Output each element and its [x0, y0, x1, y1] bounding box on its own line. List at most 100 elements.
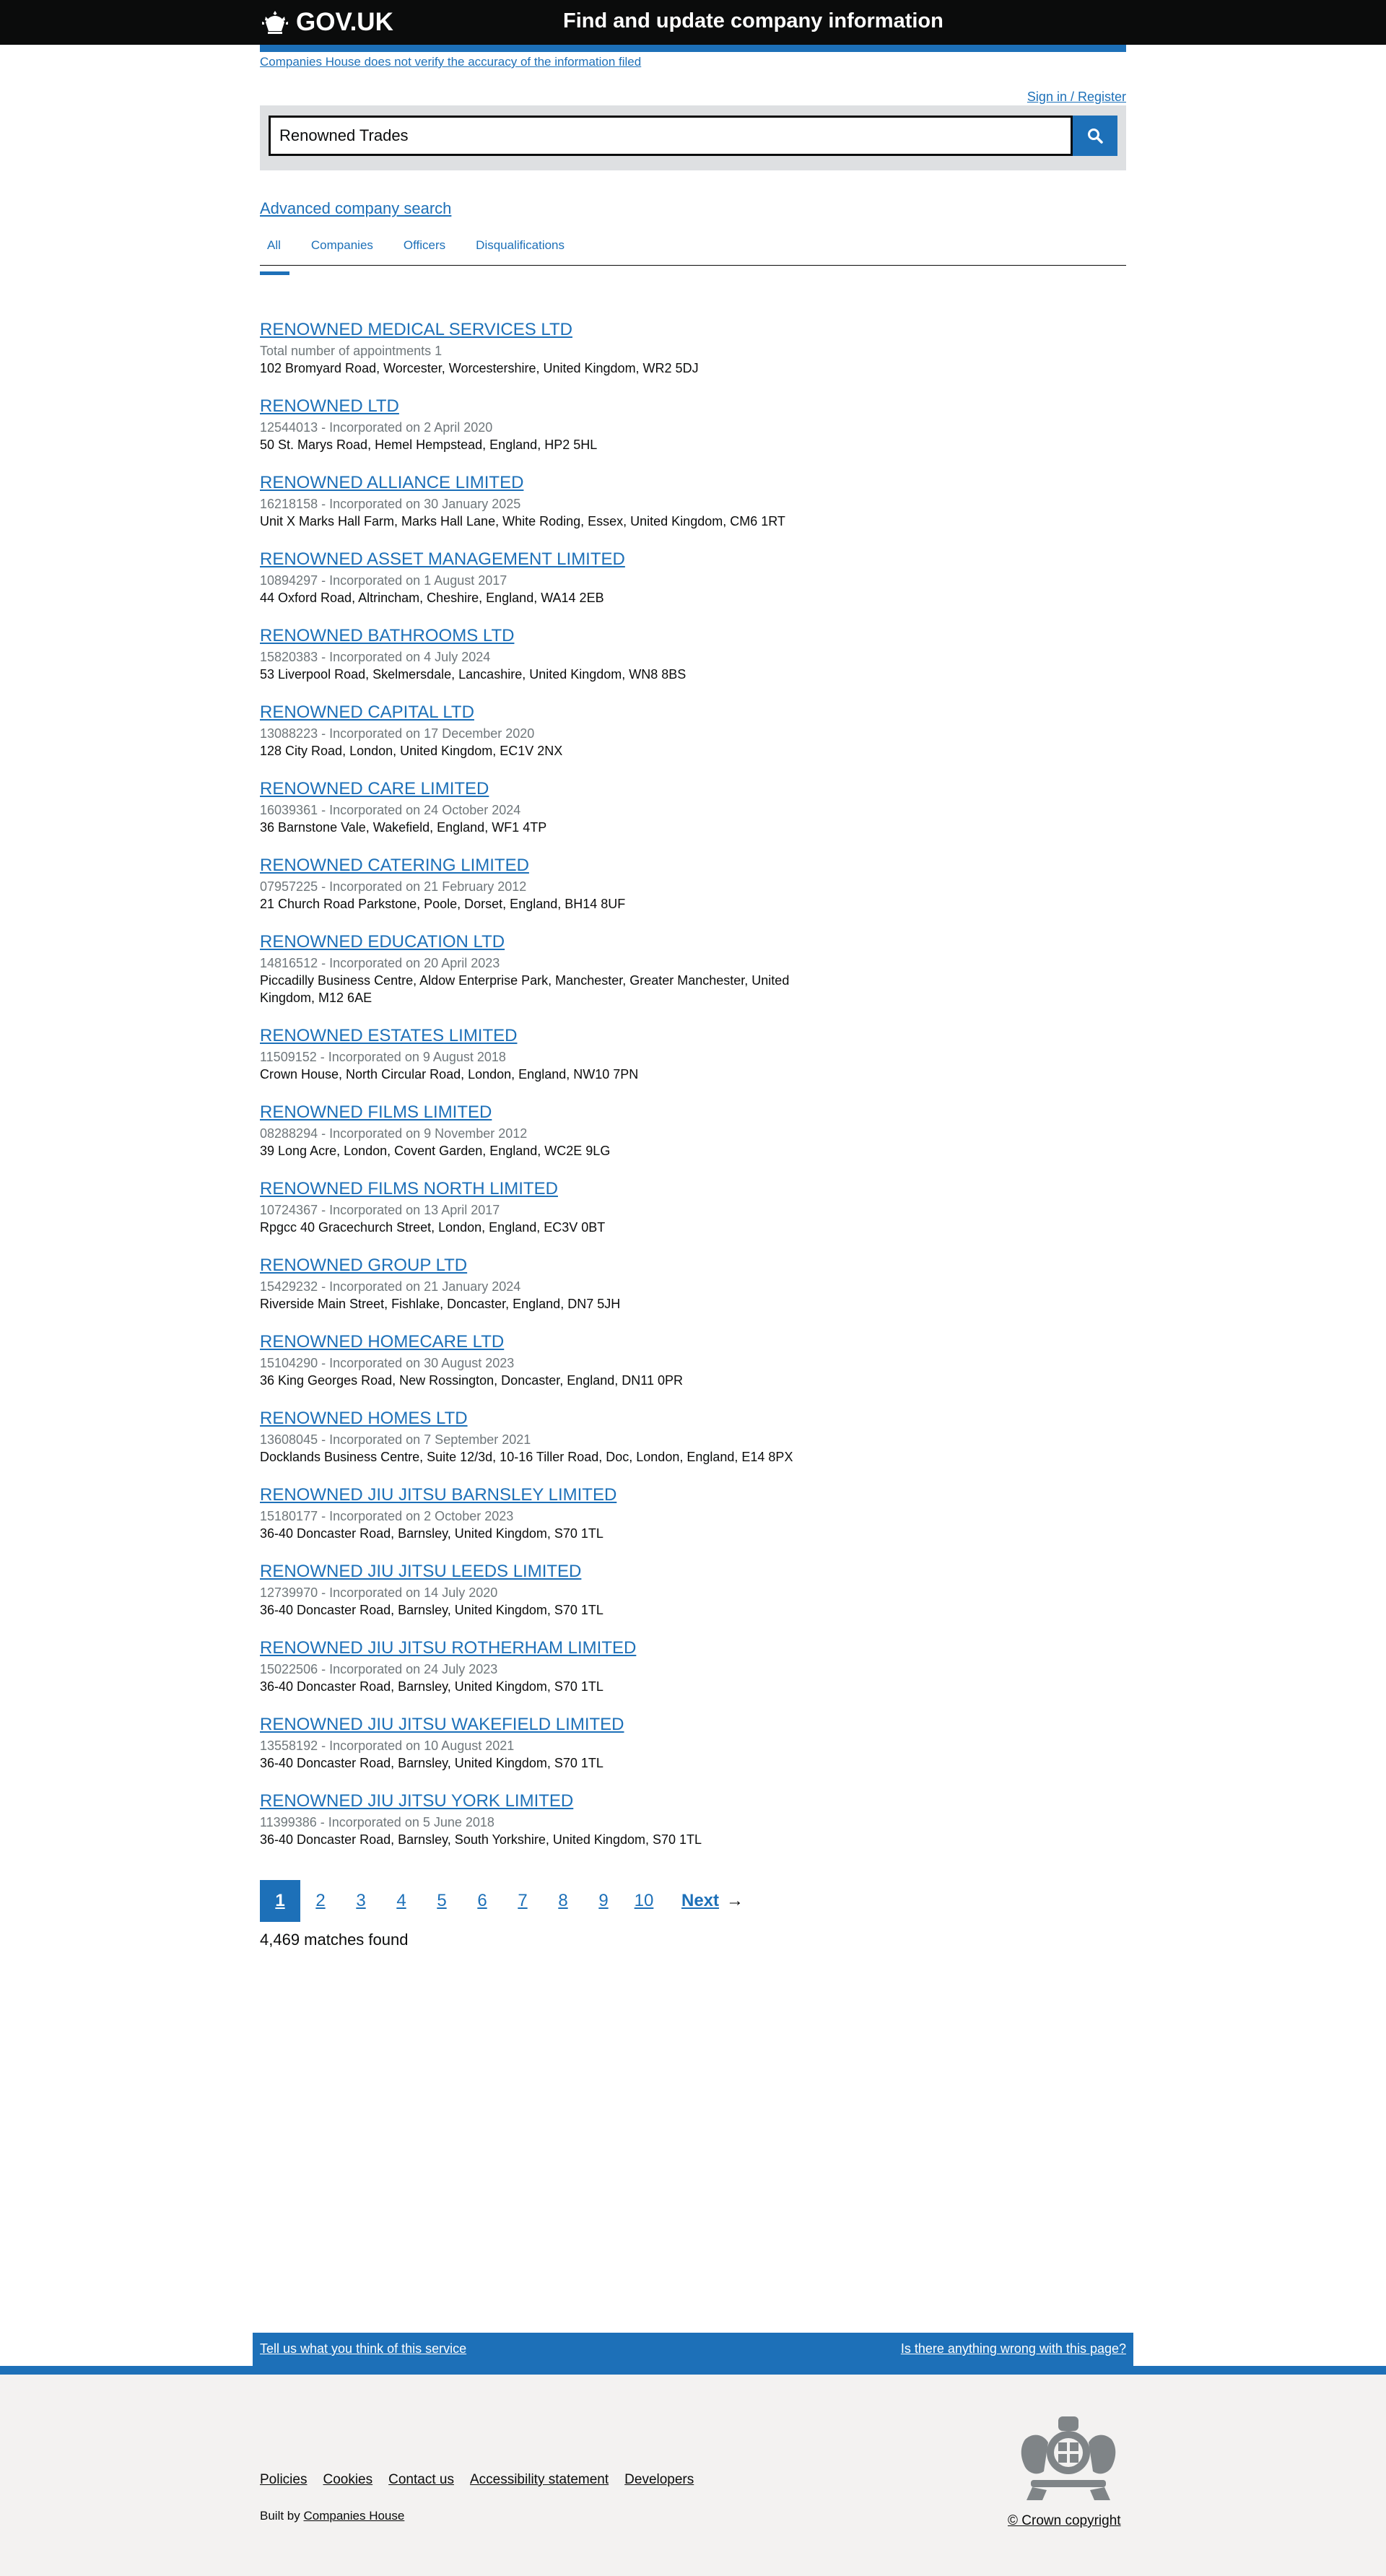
result-address: Unit X Marks Hall Farm, Marks Hall Lane,… — [260, 514, 785, 528]
list-item: RENOWNED JIU JITSU ROTHERHAM LIMITED 1502… — [260, 1637, 837, 1695]
next-page-link[interactable]: Next — [681, 1891, 719, 1911]
tab-companies[interactable]: Companies — [304, 236, 382, 265]
page-link-4[interactable]: 4 — [381, 1880, 422, 1922]
search-button[interactable] — [1073, 116, 1117, 156]
result-meta: 07957225 - Incorporated on 21 February 2… — [260, 879, 527, 894]
tab-disqualifications[interactable]: Disqualifications — [468, 236, 573, 265]
footer-link-policies[interactable]: Policies — [260, 2472, 307, 2487]
result-address: 39 Long Acre, London, Covent Garden, Eng… — [260, 1144, 611, 1158]
result-title-link[interactable]: RENOWNED JIU JITSU WAKEFIELD LIMITED — [260, 1714, 837, 1736]
search-tabs: All Companies Officers Disqualifications — [260, 236, 1126, 275]
list-item: RENOWNED MEDICAL SERVICES LTD Total numbe… — [260, 319, 837, 377]
result-title-link[interactable]: RENOWNED ALLIANCE LIMITED — [260, 472, 837, 494]
footer-links: Policies Cookies Contact us Accessibility s… — [260, 2472, 710, 2488]
tab-officers[interactable]: Officers — [396, 236, 454, 265]
result-meta: 15022506 - Incorporated on 24 July 2023 — [260, 1662, 498, 1676]
footer-link-accessibility-statement[interactable]: Accessibility statement — [470, 2472, 609, 2487]
result-meta: 10724367 - Incorporated on 13 April 2017 — [260, 1203, 500, 1217]
page-link-6[interactable]: 6 — [462, 1880, 502, 1922]
search-form — [260, 105, 1126, 170]
page-link-7[interactable]: 7 — [502, 1880, 543, 1922]
list-item: RENOWNED FILMS LIMITED 08288294 - Incorpo… — [260, 1102, 837, 1159]
result-title-link[interactable]: RENOWNED JIU JITSU BARNSLEY LIMITED — [260, 1484, 837, 1506]
result-address: 102 Bromyard Road, Worcester, Worcesters… — [260, 361, 699, 375]
feedback-link[interactable]: Tell us what you think of this service — [260, 2341, 466, 2357]
result-title-link[interactable]: RENOWNED JIU JITSU ROTHERHAM LIMITED — [260, 1637, 837, 1659]
result-meta: 13608045 - Incorporated on 7 September 2… — [260, 1432, 531, 1447]
result-address: Crown House, North Circular Road, London… — [260, 1067, 639, 1082]
list-item: RENOWNED ASSET MANAGEMENT LIMITED 1089429… — [260, 549, 837, 606]
result-address: 36-40 Doncaster Road, Barnsley, United K… — [260, 1603, 603, 1617]
list-item: RENOWNED GROUP LTD 15429232 - Incorporate… — [260, 1255, 837, 1313]
result-meta: 12544013 - Incorporated on 2 April 2020 — [260, 420, 493, 435]
result-meta: 10894297 - Incorporated on 1 August 2017 — [260, 573, 507, 588]
search-input[interactable] — [269, 116, 1073, 156]
list-item: RENOWNED CARE LIMITED 16039361 - Incorpor… — [260, 778, 837, 836]
result-address: 36-40 Doncaster Road, Barnsley, South Yo… — [260, 1832, 702, 1847]
service-name: Find and update company information — [563, 9, 943, 32]
royal-coat-of-arms-icon — [1021, 2416, 1116, 2500]
result-title-link[interactable]: RENOWNED CARE LIMITED — [260, 778, 837, 800]
disclaimer-link[interactable]: Companies House does not verify the accu… — [260, 55, 1126, 69]
result-title-link[interactable]: RENOWNED FILMS NORTH LIMITED — [260, 1178, 837, 1200]
page-link-3[interactable]: 3 — [341, 1880, 381, 1922]
result-address: 50 St. Marys Road, Hemel Hempstead, Engl… — [260, 438, 598, 452]
sign-in-link[interactable]: Sign in / Register — [1027, 90, 1126, 105]
footer: Policies Cookies Contact us Accessibility s… — [0, 2375, 1386, 2576]
page-link-9[interactable]: 9 — [583, 1880, 624, 1922]
list-item: RENOWNED HOMECARE LTD 15104290 - Incorpor… — [260, 1331, 837, 1389]
result-title-link[interactable]: RENOWNED EDUCATION LTD — [260, 931, 837, 953]
footer-link-cookies[interactable]: Cookies — [323, 2472, 372, 2487]
result-title-link[interactable]: RENOWNED CATERING LIMITED — [260, 855, 837, 876]
page-link-5[interactable]: 5 — [422, 1880, 462, 1922]
result-meta: 16039361 - Incorporated on 24 October 20… — [260, 803, 521, 817]
advanced-search-link[interactable]: Advanced company search — [260, 199, 1126, 218]
result-address: 21 Church Road Parkstone, Poole, Dorset,… — [260, 897, 626, 911]
result-title-link[interactable]: RENOWNED ESTATES LIMITED — [260, 1025, 837, 1047]
result-address: Piccadilly Business Centre, Aldow Enterp… — [260, 973, 790, 1005]
page-link-1[interactable]: 1 — [260, 1880, 300, 1922]
footer-link-contact-us[interactable]: Contact us — [388, 2472, 454, 2487]
page-link-10[interactable]: 10 — [624, 1880, 664, 1922]
list-item: RENOWNED JIU JITSU YORK LIMITED 11399386 … — [260, 1790, 837, 1848]
result-title-link[interactable]: RENOWNED HOMES LTD — [260, 1408, 837, 1430]
result-title-link[interactable]: RENOWNED JIU JITSU YORK LIMITED — [260, 1790, 837, 1812]
result-meta: 16218158 - Incorporated on 30 January 20… — [260, 497, 521, 511]
built-by: Built by Companies House — [260, 2509, 404, 2523]
list-item: RENOWNED CAPITAL LTD 13088223 - Incorpora… — [260, 702, 837, 760]
result-title-link[interactable]: RENOWNED BATHROOMS LTD — [260, 625, 837, 647]
result-title-link[interactable]: RENOWNED LTD — [260, 396, 837, 417]
result-title-link[interactable]: RENOWNED MEDICAL SERVICES LTD — [260, 319, 837, 341]
result-address: Riverside Main Street, Fishlake, Doncast… — [260, 1297, 621, 1311]
main-content: Companies House does not verify the accu… — [260, 55, 1126, 1949]
result-meta: 12739970 - Incorporated on 14 July 2020 — [260, 1585, 498, 1600]
crown-copyright-link[interactable]: © Crown copyright — [1008, 2513, 1121, 2529]
result-title-link[interactable]: RENOWNED HOMECARE LTD — [260, 1331, 837, 1353]
page-link-8[interactable]: 8 — [543, 1880, 583, 1922]
list-item: RENOWNED CATERING LIMITED 07957225 - Inco… — [260, 855, 837, 913]
footer-link-developers[interactable]: Developers — [624, 2472, 694, 2487]
result-title-link[interactable]: RENOWNED CAPITAL LTD — [260, 702, 837, 723]
result-title-link[interactable]: RENOWNED FILMS LIMITED — [260, 1102, 837, 1123]
report-problem-link[interactable]: Is there anything wrong with this page? — [901, 2341, 1126, 2357]
result-meta: 13558192 - Incorporated on 10 August 202… — [260, 1739, 515, 1753]
built-by-prefix: Built by — [260, 2509, 300, 2523]
result-meta: 15429232 - Incorporated on 21 January 20… — [260, 1279, 521, 1294]
result-meta: 11509152 - Incorporated on 9 August 2018 — [260, 1050, 506, 1064]
result-meta: 15180177 - Incorporated on 2 October 202… — [260, 1509, 514, 1523]
footer-top-line — [0, 2366, 1386, 2375]
tab-all[interactable]: All — [260, 236, 289, 275]
result-address: 36-40 Doncaster Road, Barnsley, United K… — [260, 1679, 603, 1694]
companies-house-link[interactable]: Companies House — [303, 2509, 404, 2523]
result-meta: 15104290 - Incorporated on 30 August 202… — [260, 1356, 515, 1370]
result-meta: 14816512 - Incorporated on 20 April 2023 — [260, 956, 500, 970]
result-title-link[interactable]: RENOWNED ASSET MANAGEMENT LIMITED — [260, 549, 837, 570]
govuk-logo-link[interactable]: GOV.UK — [260, 8, 393, 37]
list-item: RENOWNED EDUCATION LTD 14816512 - Incorpo… — [260, 931, 837, 1006]
list-item: RENOWNED JIU JITSU BARNSLEY LIMITED 15180… — [260, 1484, 837, 1542]
result-title-link[interactable]: RENOWNED GROUP LTD — [260, 1255, 837, 1276]
results-list: RENOWNED MEDICAL SERVICES LTD Total numbe… — [260, 319, 837, 1848]
result-title-link[interactable]: RENOWNED JIU JITSU LEEDS LIMITED — [260, 1561, 837, 1583]
page-link-2[interactable]: 2 — [300, 1880, 341, 1922]
result-address: Docklands Business Centre, Suite 12/3d, … — [260, 1450, 793, 1464]
